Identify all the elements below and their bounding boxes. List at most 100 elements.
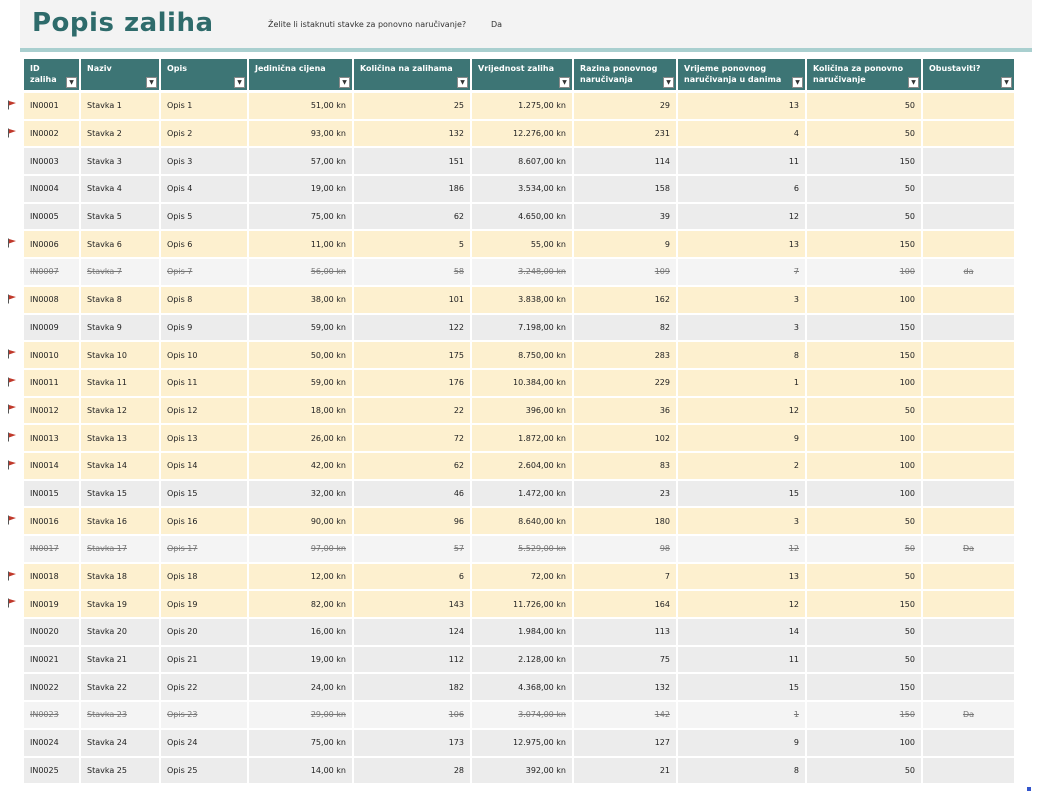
cell-name[interactable]: Stavka 13 (81, 425, 159, 453)
cell-level[interactable]: 164 (574, 591, 676, 620)
cell-desc[interactable]: Opis 19 (161, 591, 247, 620)
cell-disc[interactable] (923, 646, 1014, 675)
cell-id[interactable]: IN0005 (24, 203, 79, 232)
cell-days[interactable]: 3 (678, 286, 805, 315)
cell-value[interactable]: 2.604,00 kn (472, 452, 572, 481)
cell-price[interactable]: 12,00 kn (249, 563, 352, 592)
cell-level[interactable]: 7 (574, 563, 676, 592)
table-row[interactable]: IN0006 Stavka 6 Opis 6 11,00 kn 5 55,00 kn 9 13… (24, 231, 1014, 260)
cell-value[interactable]: 3.534,00 kn (472, 176, 572, 204)
cell-desc[interactable]: Opis 4 (161, 176, 247, 204)
table-row[interactable]: IN0010 Stavka 10 Opis 10 50,00 kn 175 8.750,0… (24, 342, 1014, 370)
cell-reorder[interactable]: 150 (807, 148, 921, 177)
cell-disc[interactable] (923, 231, 1014, 260)
cell-id[interactable]: IN0011 (24, 369, 79, 398)
cell-name[interactable]: Stavka 2 (81, 120, 159, 149)
cell-qty[interactable]: 96 (354, 508, 470, 536)
cell-price[interactable]: 42,00 kn (249, 452, 352, 481)
cell-desc[interactable]: Opis 24 (161, 729, 247, 758)
cell-qty[interactable]: 186 (354, 176, 470, 204)
cell-reorder[interactable]: 150 (807, 674, 921, 703)
cell-id[interactable]: IN0020 (24, 619, 79, 647)
cell-price[interactable]: 11,00 kn (249, 231, 352, 260)
cell-price[interactable]: 75,00 kn (249, 729, 352, 758)
cell-qty[interactable]: 58 (354, 259, 470, 287)
table-row[interactable]: IN0021 Stavka 21 Opis 21 19,00 kn 112 2.128,0… (24, 646, 1014, 675)
cell-disc[interactable] (923, 314, 1014, 343)
cell-disc[interactable] (923, 508, 1014, 536)
cell-value[interactable]: 2.128,00 kn (472, 646, 572, 675)
cell-id[interactable]: IN0007 (24, 259, 79, 287)
cell-days[interactable]: 8 (678, 757, 805, 786)
cell-level[interactable]: 158 (574, 176, 676, 204)
cell-qty[interactable]: 28 (354, 757, 470, 786)
cell-desc[interactable]: Opis 10 (161, 342, 247, 370)
cell-value[interactable]: 392,00 kn (472, 757, 572, 786)
cell-name[interactable]: Stavka 16 (81, 508, 159, 536)
cell-id[interactable]: IN0019 (24, 591, 79, 620)
cell-value[interactable]: 8.750,00 kn (472, 342, 572, 370)
cell-disc[interactable] (923, 203, 1014, 232)
cell-value[interactable]: 3.248,00 kn (472, 259, 572, 287)
cell-days[interactable]: 7 (678, 259, 805, 287)
cell-level[interactable]: 113 (574, 619, 676, 647)
cell-days[interactable]: 9 (678, 425, 805, 453)
cell-days[interactable]: 12 (678, 203, 805, 232)
cell-desc[interactable]: Opis 11 (161, 369, 247, 398)
cell-price[interactable]: 75,00 kn (249, 203, 352, 232)
cell-desc[interactable]: Opis 20 (161, 619, 247, 647)
cell-days[interactable]: 11 (678, 148, 805, 177)
cell-name[interactable]: Stavka 4 (81, 176, 159, 204)
cell-days[interactable]: 1 (678, 369, 805, 398)
filter-dropdown-icon[interactable]: ▼ (908, 77, 919, 88)
cell-value[interactable]: 8.607,00 kn (472, 148, 572, 177)
cell-reorder[interactable]: 50 (807, 757, 921, 786)
cell-desc[interactable]: Opis 9 (161, 314, 247, 343)
table-row[interactable]: IN0019 Stavka 19 Opis 19 82,00 kn 143 11.726,… (24, 591, 1014, 620)
cell-desc[interactable]: Opis 5 (161, 203, 247, 232)
cell-qty[interactable]: 6 (354, 563, 470, 592)
cell-level[interactable]: 109 (574, 259, 676, 287)
cell-qty[interactable]: 46 (354, 480, 470, 509)
cell-disc[interactable] (923, 674, 1014, 703)
cell-reorder[interactable]: 50 (807, 203, 921, 232)
cell-days[interactable]: 1 (678, 702, 805, 730)
cell-price[interactable]: 56,00 kn (249, 259, 352, 287)
cell-qty[interactable]: 175 (354, 342, 470, 370)
cell-level[interactable]: 23 (574, 480, 676, 509)
cell-desc[interactable]: Opis 18 (161, 563, 247, 592)
cell-level[interactable]: 132 (574, 674, 676, 703)
cell-days[interactable]: 9 (678, 729, 805, 758)
cell-days[interactable]: 15 (678, 480, 805, 509)
cell-id[interactable]: IN0009 (24, 314, 79, 343)
cell-desc[interactable]: Opis 17 (161, 536, 247, 564)
cell-price[interactable]: 19,00 kn (249, 176, 352, 204)
cell-name[interactable]: Stavka 6 (81, 231, 159, 260)
cell-id[interactable]: IN0014 (24, 452, 79, 481)
cell-value[interactable]: 3.074,00 kn (472, 702, 572, 730)
cell-disc[interactable] (923, 425, 1014, 453)
highlight-answer-cell[interactable]: Da (491, 20, 502, 29)
cell-name[interactable]: Stavka 3 (81, 148, 159, 177)
cell-reorder[interactable]: 50 (807, 619, 921, 647)
table-row[interactable]: IN0012 Stavka 12 Opis 12 18,00 kn 22 396,00 k… (24, 397, 1014, 426)
cell-reorder[interactable]: 100 (807, 452, 921, 481)
table-row[interactable]: IN0007 Stavka 7 Opis 7 56,00 kn 58 3.248,00 k… (24, 259, 1014, 287)
table-row[interactable]: IN0016 Stavka 16 Opis 16 90,00 kn 96 8.640,00… (24, 508, 1014, 536)
cell-value[interactable]: 1.872,00 kn (472, 425, 572, 453)
cell-level[interactable]: 9 (574, 231, 676, 260)
cell-value[interactable]: 12.975,00 kn (472, 729, 572, 758)
cell-value[interactable]: 396,00 kn (472, 397, 572, 426)
cell-id[interactable]: IN0003 (24, 148, 79, 177)
cell-name[interactable]: Stavka 5 (81, 203, 159, 232)
cell-desc[interactable]: Opis 23 (161, 702, 247, 730)
cell-disc[interactable] (923, 369, 1014, 398)
table-row[interactable]: IN0005 Stavka 5 Opis 5 75,00 kn 62 4.650,00 k… (24, 203, 1014, 232)
cell-value[interactable]: 1.275,00 kn (472, 93, 572, 121)
cell-name[interactable]: Stavka 11 (81, 369, 159, 398)
resize-handle[interactable] (1027, 787, 1031, 791)
cell-reorder[interactable]: 50 (807, 397, 921, 426)
cell-reorder[interactable]: 150 (807, 314, 921, 343)
cell-reorder[interactable]: 50 (807, 563, 921, 592)
cell-disc[interactable] (923, 619, 1014, 647)
